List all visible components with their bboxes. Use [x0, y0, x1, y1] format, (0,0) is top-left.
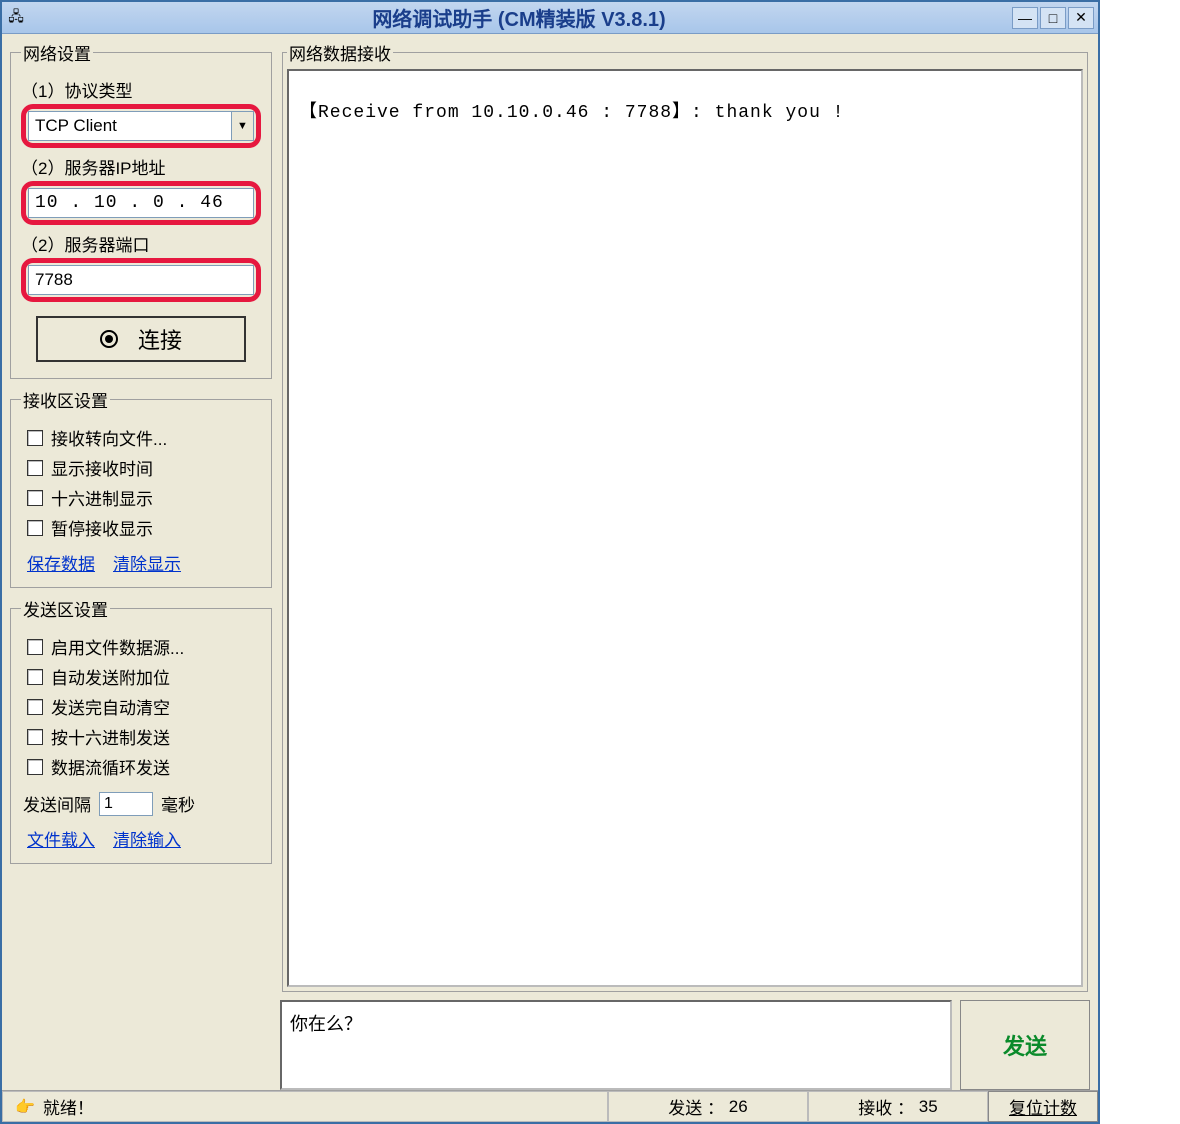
window-title: 网络调试助手 (CM精装版 V3.8.1): [26, 3, 1012, 32]
app-window: 🖧 网络调试助手 (CM精装版 V3.8.1) — □ ✕ 网络设置 （1）协议…: [0, 0, 1100, 1124]
server-ip-label: （2）服务器IP地址: [21, 154, 261, 179]
send-textarea[interactable]: 你在么？: [280, 1000, 952, 1090]
status-send-count: 发送 ： 26: [608, 1091, 808, 1122]
interval-label: 发送间隔: [23, 791, 91, 816]
connect-label: 连接: [138, 323, 182, 355]
recv-settings-group: 接收区设置 接收转向文件... 显示接收时间 十六进制显示 暂停接收显示 保存数…: [10, 387, 272, 588]
statusbar: 👉 就绪！ 发送 ： 26 接收 ： 35 复位计数: [2, 1090, 1098, 1122]
hand-icon: 👉: [15, 1097, 35, 1117]
protocol-label: （1）协议类型: [21, 77, 261, 102]
checkbox-icon: [27, 490, 43, 506]
checkbox-icon: [27, 430, 43, 446]
interval-unit: 毫秒: [161, 791, 195, 816]
recv-data-group: 网络数据接收 【Receive from 10.10.0.46 : 7788】:…: [282, 40, 1088, 992]
maximize-button[interactable]: □: [1040, 7, 1066, 29]
status-ready: 👉 就绪！: [2, 1091, 608, 1122]
highlight-protocol: TCP Client ▼: [21, 104, 261, 148]
send-settings-group: 发送区设置 启用文件数据源... 自动发送附加位 发送完自动清空 按十六进制发送…: [10, 596, 272, 864]
clear-input-link[interactable]: 清除输入: [113, 826, 181, 851]
checkbox-icon: [27, 669, 43, 685]
checkbox-icon: [27, 759, 43, 775]
send-opt-file-source[interactable]: 启用文件数据源...: [27, 634, 261, 659]
send-opt-loop[interactable]: 数据流循环发送: [27, 754, 261, 779]
app-icon: 🖧: [6, 8, 26, 28]
recv-data-legend: 网络数据接收: [287, 40, 393, 65]
send-settings-legend: 发送区设置: [21, 596, 110, 621]
radio-dot-icon: [100, 330, 118, 348]
load-file-link[interactable]: 文件载入: [27, 826, 95, 851]
interval-input[interactable]: [99, 792, 153, 816]
send-button[interactable]: 发送: [960, 1000, 1090, 1090]
checkbox-icon: [27, 639, 43, 655]
chevron-down-icon[interactable]: ▼: [231, 112, 253, 140]
recv-opt-pause[interactable]: 暂停接收显示: [27, 515, 261, 540]
minimize-button[interactable]: —: [1012, 7, 1038, 29]
checkbox-icon: [27, 460, 43, 476]
network-settings-group: 网络设置 （1）协议类型 TCP Client ▼ （2）服务器IP地址 10 …: [10, 40, 272, 379]
server-ip-input[interactable]: 10 . 10 . 0 . 46: [28, 188, 254, 218]
recv-opt-to-file[interactable]: 接收转向文件...: [27, 425, 261, 450]
reset-count-button[interactable]: 复位计数: [988, 1091, 1098, 1122]
send-opt-auto-clear[interactable]: 发送完自动清空: [27, 694, 261, 719]
checkbox-icon: [27, 729, 43, 745]
close-button[interactable]: ✕: [1068, 7, 1094, 29]
save-data-link[interactable]: 保存数据: [27, 550, 95, 575]
connect-button[interactable]: 连接: [36, 316, 246, 362]
recv-opt-show-time[interactable]: 显示接收时间: [27, 455, 261, 480]
protocol-select[interactable]: TCP Client ▼: [28, 111, 254, 141]
highlight-port: 7788: [21, 258, 261, 302]
protocol-value: TCP Client: [29, 112, 231, 140]
clear-display-link[interactable]: 清除显示: [113, 550, 181, 575]
checkbox-icon: [27, 699, 43, 715]
checkbox-icon: [27, 520, 43, 536]
recv-textarea[interactable]: 【Receive from 10.10.0.46 : 7788】: thank …: [287, 69, 1083, 987]
server-port-input[interactable]: 7788: [28, 265, 254, 295]
send-opt-auto-append[interactable]: 自动发送附加位: [27, 664, 261, 689]
network-settings-legend: 网络设置: [21, 40, 93, 65]
server-port-label: （2）服务器端口: [21, 231, 261, 256]
recv-opt-hex[interactable]: 十六进制显示: [27, 485, 261, 510]
recv-settings-legend: 接收区设置: [21, 387, 110, 412]
send-opt-hex[interactable]: 按十六进制发送: [27, 724, 261, 749]
titlebar: 🖧 网络调试助手 (CM精装版 V3.8.1) — □ ✕: [2, 2, 1098, 34]
highlight-ip: 10 . 10 . 0 . 46: [21, 181, 261, 225]
status-recv-count: 接收 ： 35: [808, 1091, 988, 1122]
